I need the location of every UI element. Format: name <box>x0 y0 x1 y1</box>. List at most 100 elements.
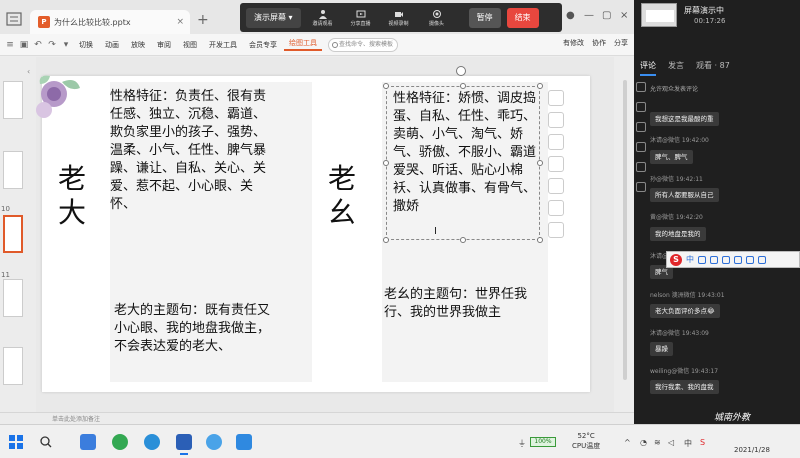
ribbon-tab-slideshow[interactable]: 放映 <box>126 40 150 50</box>
notes-placeholder[interactable]: 单击此处添加备注 <box>52 414 100 423</box>
volume-icon[interactable]: ◁ <box>668 438 674 447</box>
ribbon-tab-drawing-tools[interactable]: 绘图工具 <box>284 38 322 51</box>
voice-icon[interactable] <box>722 255 730 264</box>
ribbon-tab-review[interactable]: 审阅 <box>152 40 176 50</box>
ribbon-tab-view[interactable]: 视图 <box>178 40 202 50</box>
resize-handle[interactable] <box>460 83 466 89</box>
wifi-icon[interactable]: ≋ <box>654 438 661 447</box>
close-window-icon[interactable]: × <box>620 10 628 21</box>
share-icon[interactable] <box>636 182 646 192</box>
chevron-up-icon[interactable]: ^ <box>624 438 631 447</box>
avatar-icon[interactable]: ● <box>566 10 575 21</box>
home-tab[interactable] <box>2 8 26 30</box>
ie-icon[interactable] <box>144 434 160 450</box>
tab-comments[interactable]: 评论 <box>640 60 656 76</box>
star-icon[interactable] <box>636 102 646 112</box>
right-theme-text[interactable]: 老幺的主题句：世界任我行、我的世界我做主 <box>384 286 544 322</box>
ime-toolbar[interactable]: S 中 <box>666 251 800 268</box>
vertical-scrollbar[interactable] <box>620 60 630 410</box>
selection-frame[interactable] <box>386 86 540 240</box>
modified-status[interactable]: 有修改 <box>563 38 584 48</box>
resize-handle[interactable] <box>460 237 466 243</box>
left-theme-text[interactable]: 老大的主题句：既有责任又小心眼、我的地盘我做主，不会表达爱的老大、 <box>114 302 278 356</box>
tab-viewers[interactable]: 观看 · 87 <box>696 60 730 76</box>
tab-speak[interactable]: 发言 <box>668 60 684 76</box>
pause-button[interactable]: 暂停 <box>468 7 501 28</box>
maximize-icon[interactable]: ▢ <box>602 10 611 21</box>
emoji-icon[interactable] <box>710 255 718 264</box>
slide-thumbnail[interactable] <box>3 151 23 189</box>
resize-handle[interactable] <box>537 83 543 89</box>
ribbon-tab-animation[interactable]: 动画 <box>100 40 124 50</box>
taskbar-date[interactable]: 2021/1/28 <box>734 446 770 454</box>
resize-handle[interactable] <box>383 237 389 243</box>
new-tab-button[interactable]: + <box>197 12 209 28</box>
share-live-button[interactable]: 分享直播 <box>345 9 377 27</box>
slide-thumbnail[interactable] <box>3 279 23 317</box>
plug-icon[interactable]: ⏚ <box>518 438 526 449</box>
resize-handle[interactable] <box>383 83 389 89</box>
end-button[interactable]: 结束 <box>506 7 539 28</box>
skin-icon[interactable] <box>746 255 754 264</box>
collapse-icon[interactable] <box>548 90 564 106</box>
toolbox-icon[interactable] <box>758 255 766 264</box>
shape-icon[interactable] <box>636 142 646 152</box>
undo-icon[interactable]: ↶ <box>32 39 44 51</box>
meeting-app-icon[interactable] <box>206 434 222 450</box>
minimize-icon[interactable]: — <box>584 10 594 21</box>
text-effect-icon[interactable] <box>548 222 564 238</box>
slide-thumbnail-selected[interactable] <box>3 215 23 253</box>
notes-bar[interactable]: 单击此处添加备注 <box>0 412 634 424</box>
search-icon[interactable] <box>40 436 52 448</box>
resize-handle[interactable] <box>537 237 543 243</box>
resize-handle[interactable] <box>383 160 389 166</box>
help-icon[interactable] <box>636 162 646 172</box>
ribbon-tab-developer[interactable]: 开发工具 <box>204 40 242 50</box>
battery-indicator[interactable]: 100% <box>530 437 556 447</box>
save-icon[interactable]: ▣ <box>18 39 30 51</box>
share-button[interactable]: 分享 <box>614 38 628 48</box>
network-icon[interactable]: ◔ <box>640 438 647 447</box>
shape-fill-icon[interactable] <box>548 156 564 172</box>
screen-preview[interactable] <box>641 3 677 27</box>
edge-icon[interactable] <box>80 434 96 450</box>
record-button[interactable]: 视频录制 <box>383 9 415 27</box>
brush-icon[interactable] <box>636 122 646 132</box>
outline-icon[interactable] <box>548 178 564 194</box>
left-traits-text[interactable]: 性格特征：负责任、很有责任感、独立、沉稳、霸道、欺负家里小的孩子、强势、温柔、小… <box>110 88 276 214</box>
input-language[interactable]: 中 <box>684 438 692 449</box>
sogou-tray-icon[interactable]: S <box>700 438 705 447</box>
video-app-icon[interactable] <box>236 434 252 450</box>
collapse-panel-icon[interactable]: ‹ <box>27 67 30 76</box>
cpu-temperature[interactable]: 52°C CPU温度 <box>572 431 600 451</box>
slide-thumbnail[interactable] <box>3 81 23 119</box>
resize-handle[interactable] <box>537 160 543 166</box>
document-tab[interactable]: P 为什么比较比较.pptx × <box>30 10 190 34</box>
ime-mode[interactable]: 中 <box>686 254 694 265</box>
close-tab-icon[interactable]: × <box>176 17 184 27</box>
settings-icon[interactable] <box>636 82 646 92</box>
collaborate-button[interactable]: 协作 <box>592 38 606 48</box>
rotate-handle[interactable] <box>456 66 466 76</box>
right-title[interactable]: 老幺 <box>328 162 364 230</box>
more-icon[interactable]: ▾ <box>60 39 72 51</box>
windows-start-icon[interactable] <box>9 435 23 449</box>
invite-button[interactable]: 邀请观看 <box>307 9 339 27</box>
present-screen-dropdown[interactable]: 演示屏幕 ▾ <box>246 7 301 28</box>
ribbon-tab-transition[interactable]: 切换 <box>74 40 98 50</box>
keyboard-icon[interactable] <box>734 255 742 264</box>
chrome-icon[interactable] <box>112 434 128 450</box>
camera-button[interactable]: 摄像头 <box>421 9 453 27</box>
pen-icon[interactable] <box>548 134 564 150</box>
left-title[interactable]: 老大 <box>58 162 94 230</box>
command-search-input[interactable]: 查找命令、搜索模板 <box>328 37 398 52</box>
slide-thumbnail[interactable] <box>3 347 23 385</box>
punctuation-icon[interactable] <box>698 255 706 264</box>
ribbon-tab-member[interactable]: 会员专享 <box>244 40 282 50</box>
scrollbar-thumb[interactable] <box>623 80 627 380</box>
layers-icon[interactable] <box>548 112 564 128</box>
font-icon[interactable] <box>548 200 564 216</box>
wps-icon[interactable] <box>176 434 192 455</box>
menu-icon[interactable]: ≡ <box>4 39 16 51</box>
comment-permission-dropdown[interactable]: 允许观众发表评论 <box>650 84 698 93</box>
